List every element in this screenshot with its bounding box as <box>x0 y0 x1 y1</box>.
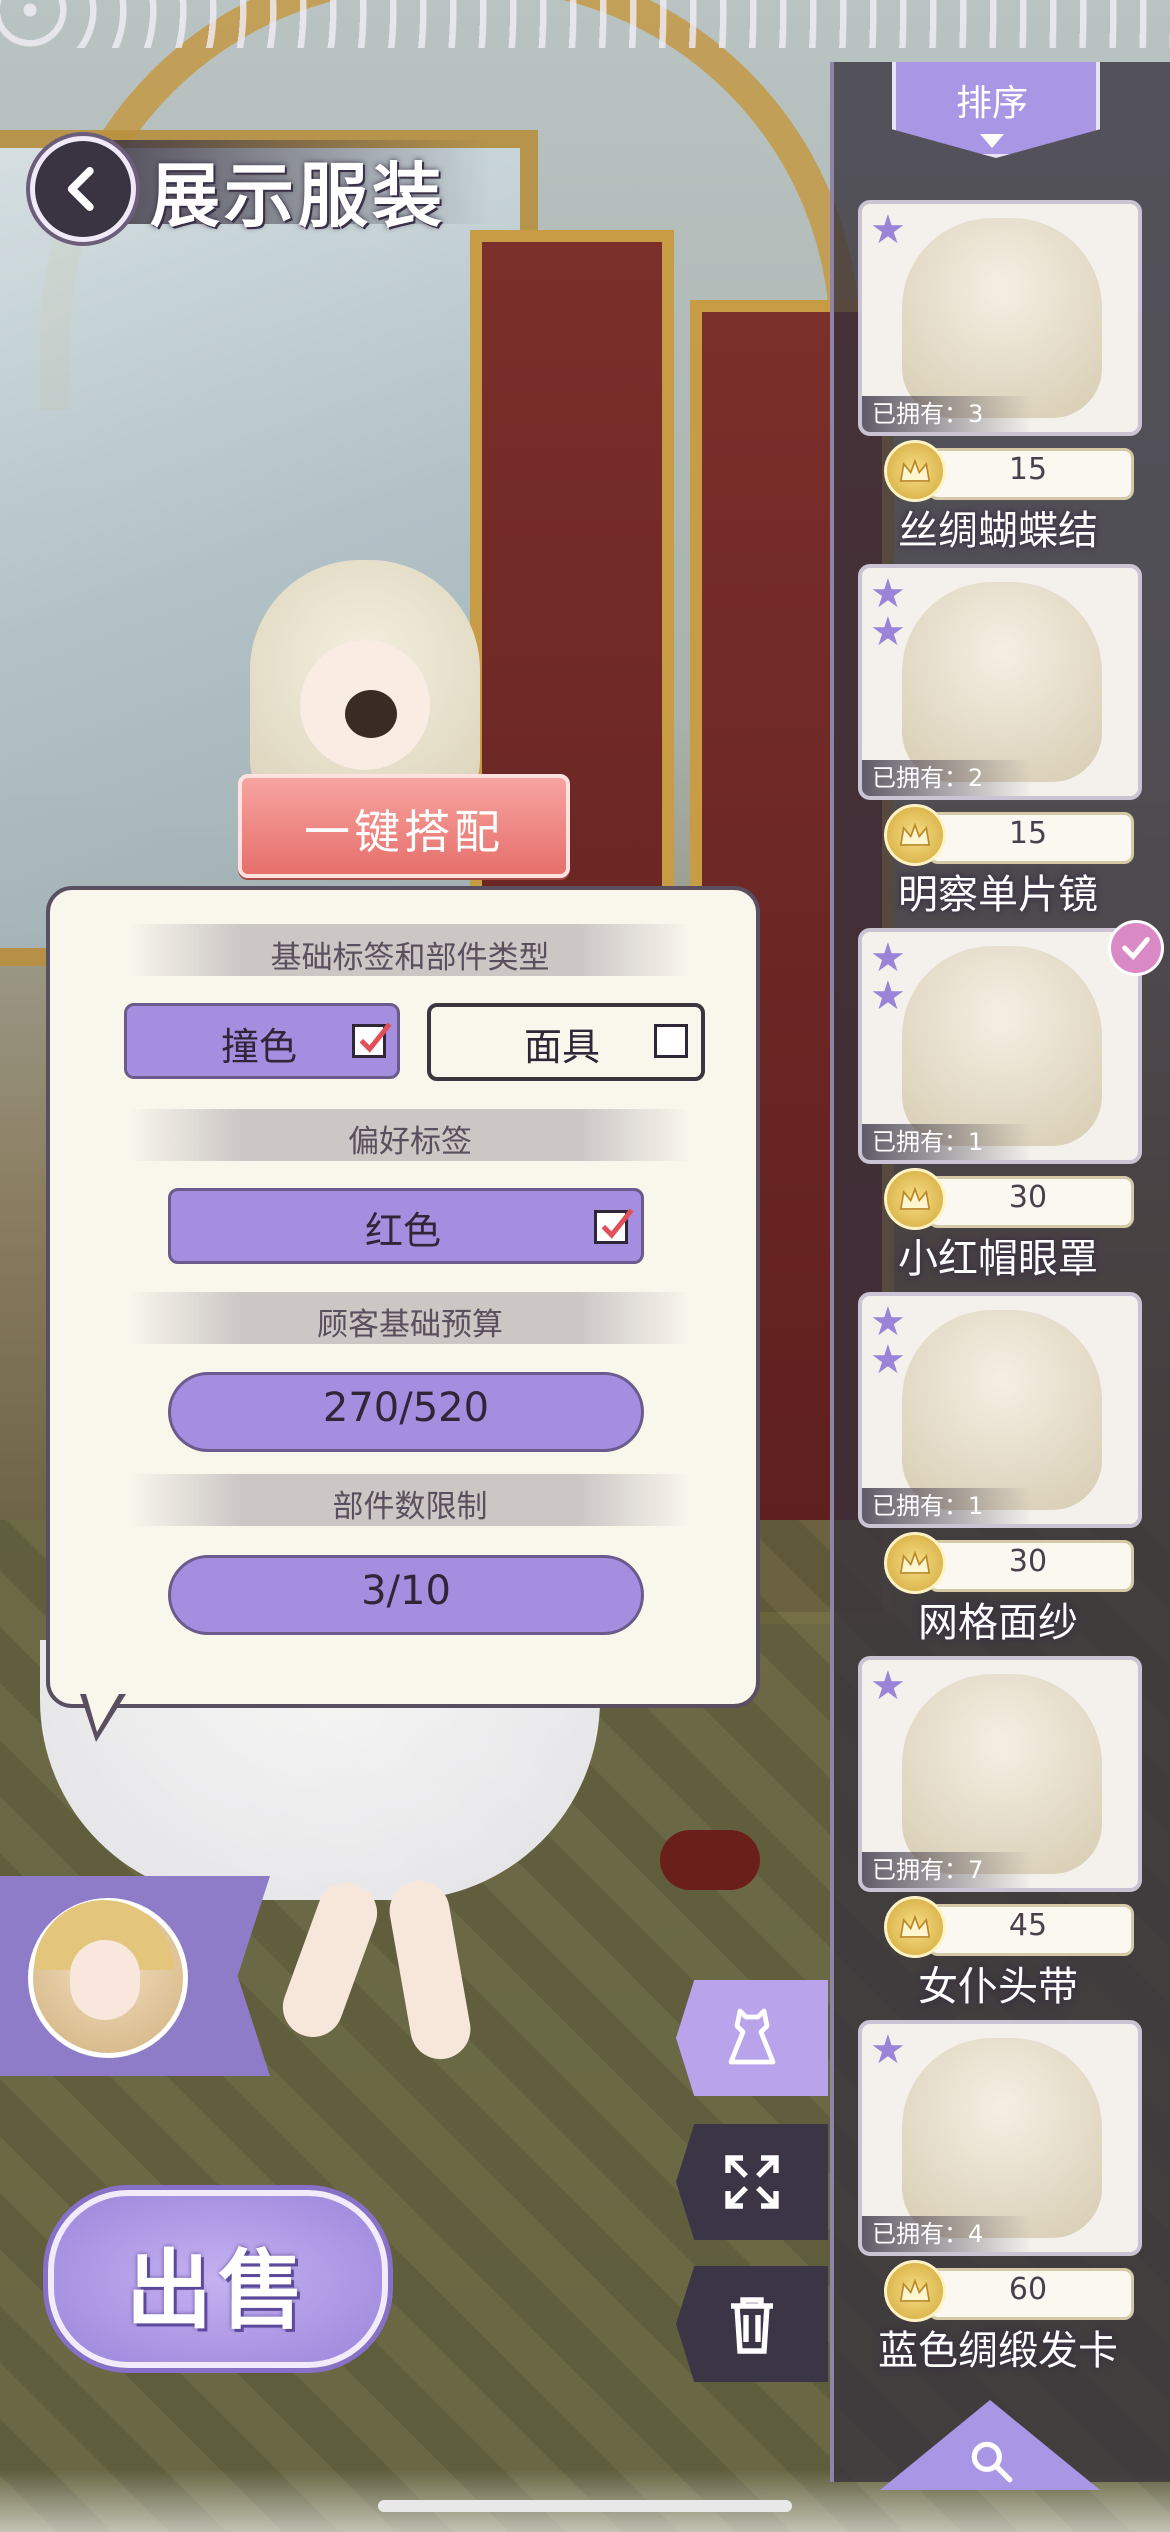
crown-coin-icon <box>884 1168 946 1230</box>
auto-match-label: 一键搭配 <box>304 805 504 859</box>
owned-count: 已拥有：3 <box>862 396 1032 432</box>
red-shoe <box>660 1830 760 1890</box>
sell-label: 出售 <box>126 2240 310 2341</box>
owned-count: 已拥有：7 <box>862 1852 1032 1888</box>
crown-coin-icon <box>884 804 946 866</box>
section-title-basic-tags: 基础标签和部件类型 <box>270 940 550 976</box>
caret-down-icon <box>980 134 1004 148</box>
star-icon: ★ <box>870 973 906 1019</box>
star-icon: ★ <box>870 1299 906 1345</box>
crown-coin-icon <box>884 440 946 502</box>
item-preview <box>902 1310 1102 1510</box>
star-icon: ★ <box>870 1337 906 1383</box>
character-eyepatch <box>345 690 397 738</box>
budget-value: 270/520 <box>322 1385 490 1431</box>
tag-checkbox-checked[interactable] <box>352 1022 392 1058</box>
section-title-parts-limit: 部件数限制 <box>332 1489 488 1525</box>
customer-avatar-face <box>70 1940 140 2020</box>
star-icon: ★ <box>870 609 906 655</box>
lace-border-top <box>0 0 1170 48</box>
owned-count: 已拥有：1 <box>862 1124 1032 1160</box>
crown-coin-icon <box>884 1896 946 1958</box>
selected-checkmark-icon <box>1108 920 1164 976</box>
search-icon <box>971 2441 1013 2483</box>
item-preview <box>902 218 1102 418</box>
dress-icon <box>728 2008 776 2065</box>
item-price: 60 <box>1008 2272 1048 2307</box>
item-preview <box>902 946 1102 1146</box>
item-name: 网格面纱 <box>918 1600 1078 1646</box>
page-title: 展示服装 <box>150 154 446 237</box>
item-card[interactable]: ★ 已拥有：4 <box>858 2020 1142 2256</box>
item-card[interactable]: ★ 已拥有：7 <box>858 1656 1142 1892</box>
item-name: 蓝色绸缎发卡 <box>878 2328 1118 2374</box>
checkmark-icon <box>601 1208 634 1239</box>
item-price: 15 <box>1008 816 1048 851</box>
item-card[interactable]: ★ ★ 已拥有：1 <box>858 1292 1142 1528</box>
tag-checkbox-unchecked[interactable] <box>654 1024 688 1058</box>
trash-icon <box>731 2297 773 2354</box>
fullscreen-button[interactable] <box>676 2124 828 2240</box>
item-card[interactable]: ★ 已拥有：3 <box>858 200 1142 436</box>
dialog-tail-fill <box>86 1694 119 1732</box>
owned-count: 已拥有：1 <box>862 1488 1032 1524</box>
item-preview <box>902 2038 1102 2238</box>
star-icon: ★ <box>870 2027 906 2073</box>
crown-coin-icon <box>884 1532 946 1594</box>
parts-limit-value: 3/10 <box>361 1568 451 1614</box>
back-button[interactable] <box>30 136 136 242</box>
home-indicator[interactable] <box>378 2500 792 2512</box>
item-price: 30 <box>1008 1180 1048 1215</box>
expand-icon <box>725 2155 779 2209</box>
tag-checkbox-checked[interactable] <box>594 1208 634 1244</box>
star-icon: ★ <box>870 1663 906 1709</box>
tag-label: 红色 <box>364 1209 441 1253</box>
owned-count: 已拥有：4 <box>862 2216 1032 2252</box>
star-icon: ★ <box>870 935 906 981</box>
item-price: 30 <box>1008 1544 1048 1579</box>
sort-label: 排序 <box>955 83 1028 124</box>
section-title-preference: 偏好标签 <box>348 1124 472 1160</box>
item-price: 15 <box>1008 452 1048 487</box>
outfit-button[interactable] <box>676 1980 828 2096</box>
delete-button[interactable] <box>676 2266 828 2382</box>
item-name: 女仆头带 <box>918 1964 1078 2010</box>
item-card[interactable]: ★ ★ 已拥有：1 <box>858 928 1142 1164</box>
item-name: 丝绸蝴蝶结 <box>898 508 1098 554</box>
item-preview <box>902 582 1102 782</box>
item-name: 明察单片镜 <box>898 872 1098 918</box>
item-card[interactable]: ★ ★ 已拥有：2 <box>858 564 1142 800</box>
item-name: 小红帽眼罩 <box>898 1236 1098 1282</box>
owned-count: 已拥有：2 <box>862 760 1032 796</box>
crown-coin-icon <box>884 2260 946 2322</box>
item-price: 45 <box>1008 1908 1048 1943</box>
star-icon: ★ <box>870 207 906 253</box>
back-arrow-icon <box>67 167 94 211</box>
star-icon: ★ <box>870 571 906 617</box>
checkmark-icon <box>359 1022 392 1053</box>
item-preview <box>902 1674 1102 1874</box>
section-title-budget: 顾客基础预算 <box>317 1307 503 1343</box>
